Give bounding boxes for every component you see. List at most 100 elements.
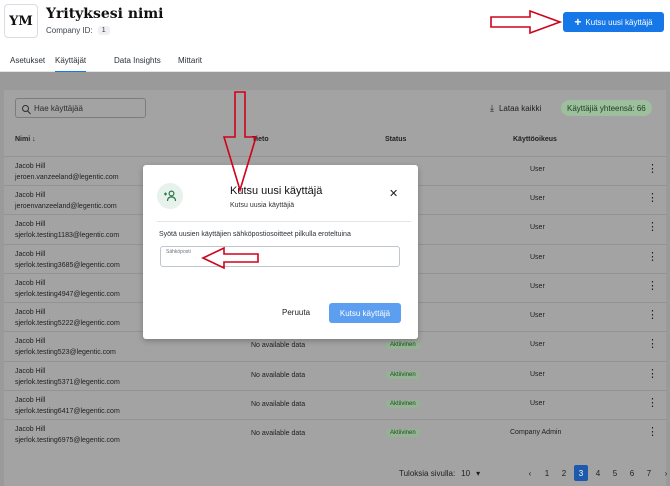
user-role: Company Admin [510,429,562,436]
table-footer: Tuloksia sivulla: 10 ▾ ‹ 1 2 3 4 5 6 7 › [4,461,667,486]
tab-kayttajat[interactable]: Käyttäjät [55,56,87,73]
close-icon[interactable]: ✕ [389,187,398,200]
row-menu-icon[interactable]: ⋮ [647,193,658,204]
user-email: sjerlok.testing5371@legentic.com [15,379,120,386]
user-name: Jacob Hill [15,251,46,258]
dialog-title: Kutsu uusi käyttäjä [230,185,323,197]
user-data: No available data [251,372,306,379]
user-role: User [530,195,545,202]
user-role: User [530,312,545,319]
user-email: sjerlok.testing5222@legentic.com [15,320,120,327]
chevron-down-icon[interactable]: ▾ [476,469,480,478]
search-input[interactable]: Hae käyttäjää [15,98,146,118]
user-role: User [530,254,545,261]
user-name: Jacob Hill [15,338,46,345]
table-row: Jacob Hill sjerlok.testing6417@legentic.c… [4,390,666,419]
user-cell: Jacob Hill sjerlok.testing4947@legentic.c… [15,278,120,300]
user-email: jeroenvanzeeland@legentic.com [15,203,117,210]
search-placeholder: Hae käyttäjää [34,103,83,113]
add-user-icon [157,183,183,209]
search-icon [22,104,29,112]
status-badge: Aktiivinen [386,371,420,379]
user-email: jeroen.vanzeeland@legentic.com [15,174,119,181]
email-field[interactable]: Sähköposti [160,246,400,267]
rows-per-page: Tuloksia sivulla: 10 ▾ [399,469,480,478]
row-menu-icon[interactable]: ⋮ [647,398,658,409]
page-button[interactable]: 7 [642,465,656,481]
page-button[interactable]: 1 [540,465,554,481]
user-count-badge: Käyttäjiä yhteensä: 66 [561,100,652,116]
tab-bar: Asetukset Käyttäjät Data Insights Mittar… [0,52,670,73]
user-name: Jacob Hill [15,221,46,228]
row-menu-icon[interactable]: ⋮ [647,310,658,321]
tab-asetukset[interactable]: Asetukset [10,56,45,71]
user-data: No available data [251,430,306,437]
user-cell: Jacob Hill sjerlok.testing3685@legentic.c… [15,249,120,271]
user-cell: Jacob Hill sjerlok.testing6975@legentic.c… [15,424,120,446]
table-row: Jacob Hill sjerlok.testing6975@legentic.c… [4,419,666,448]
user-name: Jacob Hill [15,280,46,287]
column-header-data: Tieto [252,136,269,143]
invite-user-dialog: Kutsu uusi käyttäjä Kutsu uusia käyttäji… [143,165,418,339]
pagination: ‹ 1 2 3 4 5 6 7 › [523,465,670,481]
download-all-button[interactable]: ⤓ Lataa kaikki [490,103,541,114]
add-user-icon-svg [164,190,177,202]
tab-mittarit[interactable]: Mittarit [178,56,202,71]
page-button[interactable]: 5 [608,465,622,481]
user-cell: Jacob Hill jeroenvanzeeland@legentic.com [15,190,117,212]
status-badge: Aktiivinen [386,429,420,437]
tab-data-insights[interactable]: Data Insights [114,56,161,71]
page-button[interactable]: 4 [591,465,605,481]
column-header-status: Status [385,136,407,143]
user-name: Jacob Hill [15,192,46,199]
user-name: Jacob Hill [15,368,46,375]
invite-user-button[interactable]: + Kutsu uusi käyttäjä [563,12,664,32]
row-menu-icon[interactable]: ⋮ [647,281,658,292]
dialog-divider [157,221,411,222]
table-row: Jacob Hill sjerlok.testing5371@legentic.c… [4,361,666,390]
download-icon: ⤓ [490,103,494,113]
page-button-current[interactable]: 3 [574,465,588,481]
row-menu-icon[interactable]: ⋮ [647,252,658,263]
invite-user-button-label: Kutsu uusi käyttäjä [585,17,653,27]
user-name: Jacob Hill [15,426,46,433]
user-role: User [530,224,545,231]
user-email: sjerlok.testing1183@legentic.com [15,232,120,239]
row-menu-icon[interactable]: ⋮ [647,164,658,175]
user-email: sjerlok.testing523@legentic.com [15,349,116,356]
user-cell: Jacob Hill sjerlok.testing5371@legentic.c… [15,366,120,388]
page-button[interactable]: 6 [625,465,639,481]
company-logo: YM [4,4,38,38]
company-name: Yrityksesi nimi [46,6,164,22]
company-id: Company ID: 1 [46,26,110,35]
user-role: User [530,283,545,290]
user-cell: Jacob Hill sjerlok.testing1183@legentic.c… [15,219,119,241]
user-name: Jacob Hill [15,163,46,170]
user-role: User [530,341,545,348]
submit-invite-button[interactable]: Kutsu käyttäjä [329,303,401,323]
row-menu-icon[interactable]: ⋮ [647,222,658,233]
prev-page-icon[interactable]: ‹ [523,465,537,481]
status-badge: Aktiivinen [386,400,420,408]
user-name: Jacob Hill [15,309,46,316]
user-cell: Jacob Hill sjerlok.testing6417@legentic.c… [15,395,120,417]
user-email: sjerlok.testing4947@legentic.com [15,291,120,298]
user-name: Jacob Hill [15,397,46,404]
cancel-button[interactable]: Peruuta [282,308,310,317]
rows-per-page-select[interactable]: 10 [461,469,470,478]
column-header-role: Käyttöoikeus [513,136,557,143]
row-menu-icon[interactable]: ⋮ [647,427,658,438]
email-field-label: Sähköposti [166,249,191,255]
email-instructions: Syötä uusien käyttäjien sähköpostiosoitt… [159,231,351,238]
page-header: YM Yrityksesi nimi Company ID: 1 + Kutsu… [0,0,670,48]
column-header-name[interactable]: Nimi ↓ [15,136,36,143]
user-cell: Jacob Hill sjerlok.testing523@legentic.co… [15,336,116,358]
user-cell: Jacob Hill sjerlok.testing5222@legentic.c… [15,307,120,329]
user-data: No available data [251,342,306,349]
row-menu-icon[interactable]: ⋮ [647,369,658,380]
row-menu-icon[interactable]: ⋮ [647,339,658,350]
user-role: User [530,400,545,407]
page-button[interactable]: 2 [557,465,571,481]
user-email: sjerlok.testing3685@legentic.com [15,262,120,269]
next-page-icon[interactable]: › [659,465,670,481]
